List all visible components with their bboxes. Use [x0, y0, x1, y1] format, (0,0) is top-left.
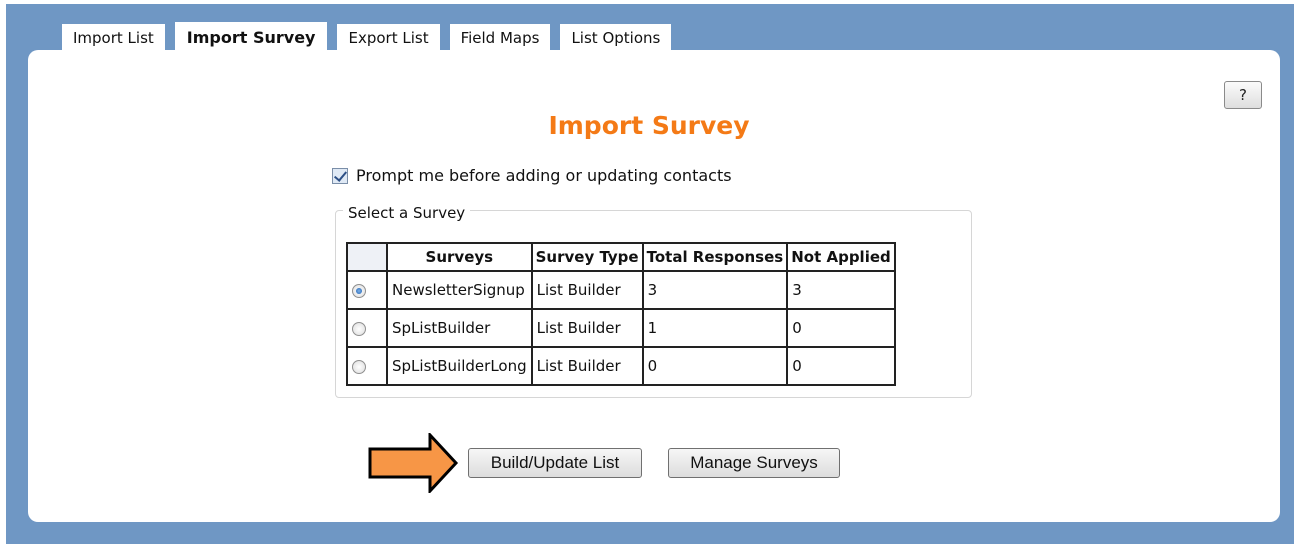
total-responses: 3 — [641, 270, 789, 310]
help-button[interactable]: ? — [1224, 81, 1262, 109]
radio-cell — [346, 308, 388, 348]
not-applied: 3 — [786, 270, 896, 310]
survey-name: SpListBuilderLong — [386, 346, 533, 386]
radio-cell — [346, 346, 388, 386]
manage-surveys-button[interactable]: Manage Surveys — [668, 448, 840, 478]
not-applied: 0 — [786, 308, 896, 348]
table-row[interactable]: SpListBuilder List Builder 1 0 — [346, 308, 896, 348]
survey-table: Surveys Survey Type Total Responses Not … — [346, 242, 896, 386]
not-applied: 0 — [786, 346, 896, 386]
arrow-right-icon — [368, 433, 459, 493]
table-row[interactable]: SpListBuilderLong List Builder 0 0 — [346, 346, 896, 386]
table-row[interactable]: NewsletterSignup List Builder 3 3 — [346, 270, 896, 310]
tab-export-list[interactable]: Export List — [337, 24, 440, 52]
page-title: Import Survey — [548, 111, 750, 140]
column-header-survey-type: Survey Type — [530, 242, 644, 272]
survey-name: NewsletterSignup — [386, 270, 533, 310]
total-responses: 0 — [641, 346, 789, 386]
survey-type: List Builder — [530, 270, 644, 310]
tab-field-maps[interactable]: Field Maps — [449, 24, 551, 52]
survey-type: List Builder — [530, 346, 644, 386]
prompt-label: Prompt me before adding or updating cont… — [356, 166, 732, 185]
survey-radio[interactable] — [352, 283, 366, 298]
survey-name: SpListBuilder — [386, 308, 533, 348]
tab-import-survey[interactable]: Import Survey — [174, 22, 328, 52]
survey-radio[interactable] — [352, 321, 366, 336]
survey-type: List Builder — [530, 308, 644, 348]
tab-bar: Import List Import Survey Export List Fi… — [62, 22, 672, 52]
column-header-not-applied: Not Applied — [786, 242, 896, 272]
build-update-list-button[interactable]: Build/Update List — [468, 448, 642, 478]
survey-radio[interactable] — [352, 359, 366, 374]
survey-fieldset-legend: Select a Survey — [343, 204, 471, 222]
column-header-surveys: Surveys — [386, 242, 533, 272]
tab-list-options[interactable]: List Options — [560, 24, 672, 52]
select-column-header — [346, 242, 388, 272]
column-header-total-responses: Total Responses — [641, 242, 789, 272]
radio-cell — [346, 270, 388, 310]
total-responses: 1 — [641, 308, 789, 348]
prompt-checkbox[interactable] — [332, 167, 348, 184]
tab-import-list[interactable]: Import List — [62, 24, 165, 52]
prompt-option: Prompt me before adding or updating cont… — [332, 166, 732, 185]
